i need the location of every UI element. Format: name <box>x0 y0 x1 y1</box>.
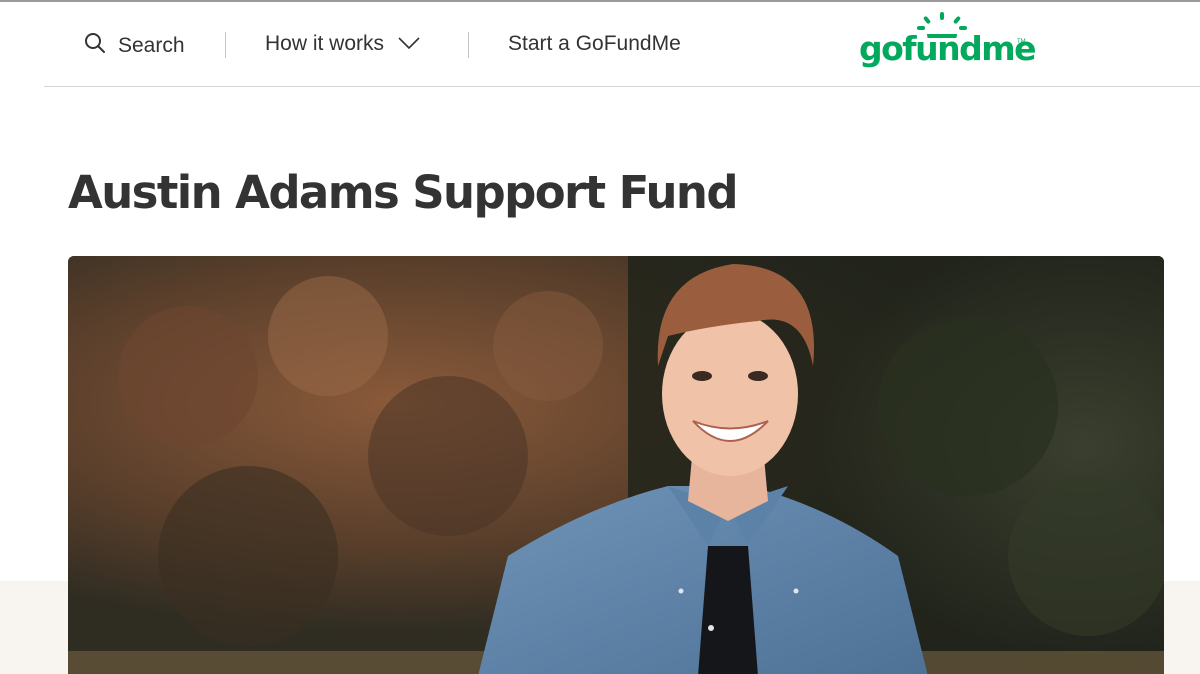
campaign-title: Austin Adams Support Fund <box>68 166 739 219</box>
nav-divider <box>225 32 226 58</box>
search-label: Search <box>118 34 185 57</box>
how-it-works-dropdown[interactable]: How it works <box>265 32 420 56</box>
logo-trademark: TM <box>1017 39 1026 45</box>
site-header: Search How it works Start a GoFundMe gof… <box>44 2 1200 87</box>
logo-wordmark: gofundme <box>859 29 1037 68</box>
how-it-works-label: How it works <box>265 32 385 55</box>
search-button[interactable]: Search <box>84 32 185 60</box>
start-gofundme-label: Start a GoFundMe <box>508 32 681 55</box>
search-icon <box>84 32 118 60</box>
nav-divider <box>468 32 469 58</box>
gofundme-logo[interactable]: gofundme TM <box>859 12 1037 78</box>
campaign-photo <box>68 256 1164 674</box>
start-gofundme-link[interactable]: Start a GoFundMe <box>508 32 681 56</box>
chevron-down-icon <box>384 32 420 56</box>
